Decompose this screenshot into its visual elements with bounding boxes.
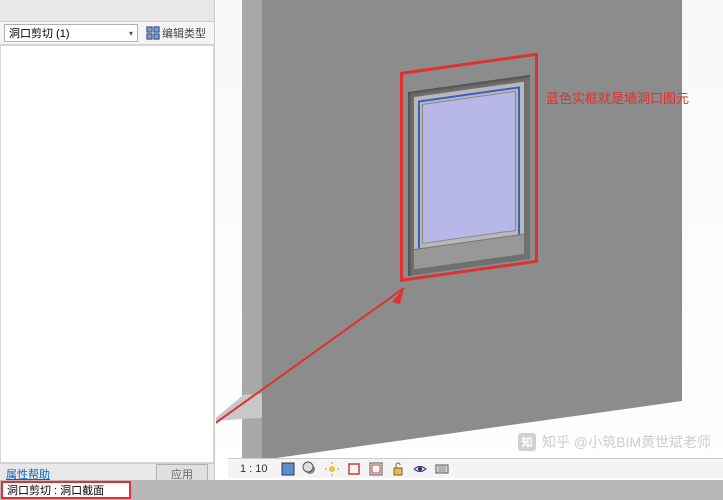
status-selection-field: 洞口剪切 : 洞口截面: [1, 481, 131, 499]
edit-type-icon: [146, 26, 160, 40]
view-control-bar: 1 : 10: [228, 458, 723, 478]
zhihu-logo-icon: 知: [518, 433, 536, 451]
edit-type-button[interactable]: 编辑类型: [142, 25, 210, 41]
model-graphics-icon[interactable]: [280, 461, 296, 477]
type-selector-row: 洞口剪切 (1) ▾ 编辑类型: [0, 22, 214, 45]
view-scale[interactable]: 1 : 10: [234, 463, 274, 475]
viewport-3d[interactable]: 蓝色实框就是墙洞口图元 知 知乎 @小筑BIM黄世斌老师: [216, 0, 723, 480]
properties-grid: [0, 45, 214, 463]
opening-glass: [422, 91, 516, 244]
chevron-down-icon: ▾: [129, 29, 133, 38]
annotation-text: 蓝色实框就是墙洞口图元: [546, 88, 689, 107]
shadows-icon[interactable]: [302, 461, 318, 477]
watermark-text: 知乎 @小筑BIM黄世斌老师: [542, 432, 711, 452]
show-crop-icon[interactable]: [368, 461, 384, 477]
panel-header: [0, 0, 214, 22]
reveal-hidden-icon[interactable]: [434, 461, 450, 477]
status-selection-text: 洞口剪切 : 洞口截面: [7, 482, 104, 498]
edit-type-label: 编辑类型: [162, 25, 206, 41]
wall-opening[interactable]: [408, 75, 530, 276]
svg-text:知: 知: [521, 435, 533, 449]
crop-view-icon[interactable]: [346, 461, 362, 477]
watermark: 知 知乎 @小筑BIM黄世斌老师: [518, 432, 711, 452]
unlocked-icon[interactable]: [390, 461, 406, 477]
type-selector-value: 洞口剪切 (1): [9, 25, 70, 41]
properties-panel: 洞口剪切 (1) ▾ 编辑类型 属性帮助 应用: [0, 0, 215, 500]
temporary-hide-icon[interactable]: [412, 461, 428, 477]
status-bar: 洞口剪切 : 洞口截面: [0, 480, 723, 500]
sun-path-icon[interactable]: [324, 461, 340, 477]
type-selector-dropdown[interactable]: 洞口剪切 (1) ▾: [4, 24, 138, 42]
